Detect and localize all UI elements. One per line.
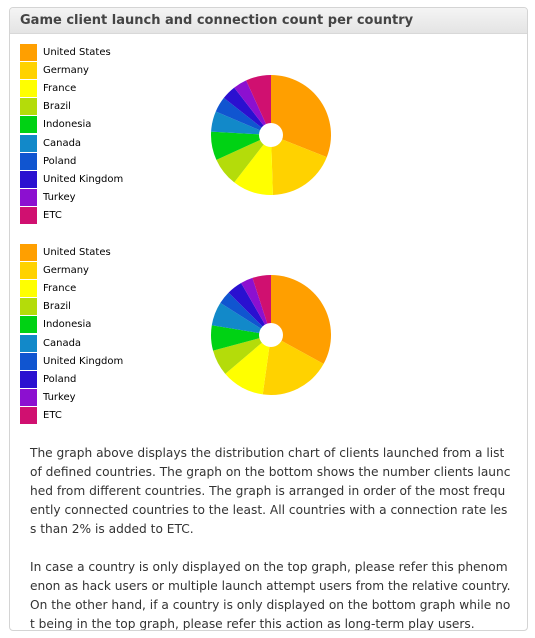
legend-swatch bbox=[20, 316, 37, 334]
legend-item: Poland bbox=[20, 152, 123, 170]
legend-item: United Kingdom bbox=[20, 352, 123, 370]
legend-item: Germany bbox=[20, 261, 123, 279]
legend-swatch bbox=[20, 134, 37, 152]
legend-label: Indonesia bbox=[43, 319, 92, 331]
legend-label: Brazil bbox=[43, 301, 71, 313]
legend-label: United Kingdom bbox=[43, 173, 124, 185]
legend-label: Germany bbox=[43, 264, 89, 276]
legend-item: Brazil bbox=[20, 98, 123, 116]
legend-swatch bbox=[20, 98, 37, 116]
chart-panel: Game client launch and connection count … bbox=[9, 7, 528, 631]
legend-swatch bbox=[20, 243, 37, 261]
legend-swatch bbox=[20, 370, 37, 388]
legend-swatch bbox=[20, 61, 37, 79]
legend-label: Brazil bbox=[43, 101, 71, 113]
legend-swatch bbox=[20, 407, 37, 425]
legend-swatch bbox=[20, 261, 37, 279]
legend-label: Germany bbox=[43, 64, 89, 76]
legend-swatch bbox=[20, 116, 37, 134]
legend-label: Poland bbox=[43, 373, 77, 385]
legend-label: ETC bbox=[43, 210, 62, 222]
legend-item: Indonesia bbox=[20, 316, 123, 334]
legend-swatch bbox=[20, 207, 37, 225]
panel-header: Game client launch and connection count … bbox=[10, 8, 527, 34]
pie-chart-top bbox=[211, 75, 331, 195]
pie-center-hole bbox=[259, 123, 283, 147]
legend-top: United States Germany France Brazil Indonesi… bbox=[20, 43, 123, 225]
legend-label: United States bbox=[43, 46, 111, 58]
legend-item: United Kingdom bbox=[20, 170, 123, 188]
panel-title: Game client launch and connection count … bbox=[20, 13, 414, 28]
legend-item: France bbox=[20, 279, 123, 297]
legend-swatch bbox=[20, 189, 37, 207]
legend-swatch bbox=[20, 389, 37, 407]
legend-swatch bbox=[20, 334, 37, 352]
legend-item: Canada bbox=[20, 134, 123, 152]
legend-label: Indonesia bbox=[43, 119, 92, 131]
legend-item: United States bbox=[20, 243, 123, 261]
legend-label: Turkey bbox=[43, 392, 76, 404]
pie-center-hole bbox=[259, 323, 283, 347]
legend-swatch bbox=[20, 352, 37, 370]
legend-item: ETC bbox=[20, 207, 123, 225]
legend-swatch bbox=[20, 279, 37, 297]
legend-label: ETC bbox=[43, 410, 62, 422]
legend-item: ETC bbox=[20, 407, 123, 425]
legend-item: Poland bbox=[20, 370, 123, 388]
description: The graph above displays the distributio… bbox=[30, 444, 512, 631]
legend-swatch bbox=[20, 152, 37, 170]
legend-item: Brazil bbox=[20, 298, 123, 316]
legend-swatch bbox=[20, 170, 37, 188]
legend-bottom: United States Germany France Brazil Indonesi… bbox=[20, 243, 123, 425]
legend-label: Canada bbox=[43, 337, 82, 349]
legend-item: France bbox=[20, 79, 123, 97]
legend-label: France bbox=[43, 282, 77, 294]
legend-label: Canada bbox=[43, 137, 82, 149]
legend-item: Germany bbox=[20, 61, 123, 79]
description-paragraph-2: In case a country is only displayed on t… bbox=[30, 560, 511, 631]
legend-label: Poland bbox=[43, 155, 77, 167]
legend-item: Turkey bbox=[20, 389, 123, 407]
legend-label: United States bbox=[43, 246, 111, 258]
legend-swatch bbox=[20, 43, 37, 61]
legend-swatch bbox=[20, 79, 37, 97]
legend-swatch bbox=[20, 298, 37, 316]
legend-item: Canada bbox=[20, 334, 123, 352]
pie-chart-bottom bbox=[211, 275, 331, 395]
legend-item: United States bbox=[20, 43, 123, 61]
legend-label: Turkey bbox=[43, 192, 76, 204]
legend-item: Indonesia bbox=[20, 116, 123, 134]
legend-item: Turkey bbox=[20, 189, 123, 207]
legend-label: France bbox=[43, 82, 77, 94]
description-paragraph-1: The graph above displays the distributio… bbox=[30, 446, 511, 536]
legend-label: United Kingdom bbox=[43, 355, 124, 367]
